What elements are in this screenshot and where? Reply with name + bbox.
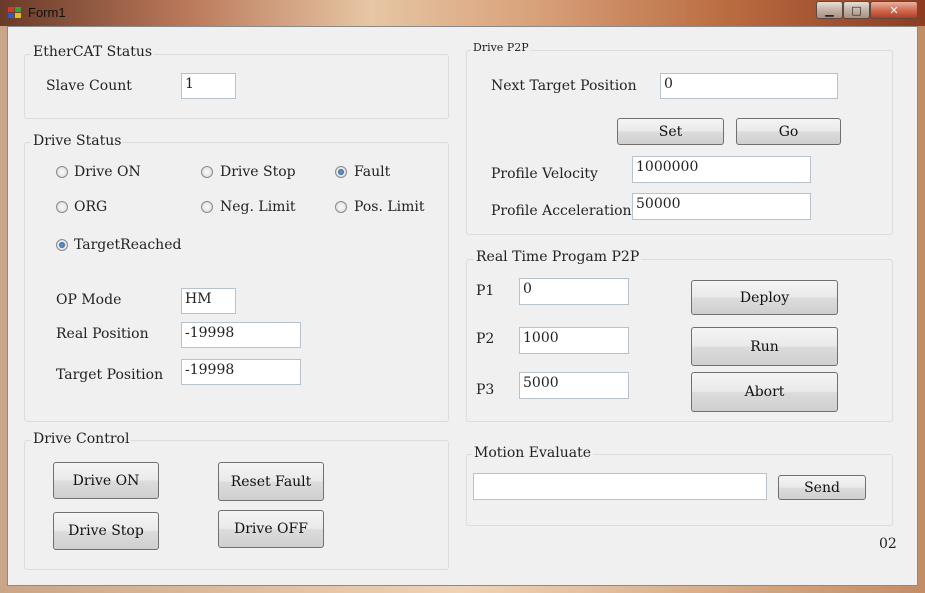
form-client-area: EtherCAT Status Slave Count 1 Drive Stat… <box>7 26 918 586</box>
drive-status-title: Drive Status <box>31 133 124 149</box>
drive-control-group <box>24 440 449 570</box>
motion-evaluate-input[interactable] <box>473 473 767 500</box>
drive-on-button[interactable]: Drive ON <box>53 462 159 499</box>
deploy-button[interactable]: Deploy <box>691 280 838 315</box>
slave-count-field[interactable]: 1 <box>181 73 236 99</box>
next-target-position-label: Next Target Position <box>491 78 637 94</box>
status-code: 02 <box>879 536 897 552</box>
window-title: Form1 <box>28 5 66 20</box>
fault-radio-label: Fault <box>354 164 391 180</box>
target-position-field[interactable]: -19998 <box>181 359 301 385</box>
p2-field[interactable]: 1000 <box>519 327 629 354</box>
maximize-button[interactable]: □ <box>843 1 870 19</box>
close-button[interactable]: ✕ <box>870 1 918 19</box>
p2-label: P2 <box>476 331 495 347</box>
real-position-field[interactable]: -19998 <box>181 322 301 348</box>
org-radio[interactable] <box>56 201 68 213</box>
drive-p2p-title: Drive P2P <box>471 40 531 56</box>
ethercat-status-title: EtherCAT Status <box>31 44 155 60</box>
neg-limit-radio-label: Neg. Limit <box>220 199 296 215</box>
send-button[interactable]: Send <box>778 475 866 500</box>
profile-acceleration-label: Profile Acceleration <box>491 203 632 219</box>
pos-limit-radio[interactable] <box>335 201 347 213</box>
p3-label: P3 <box>476 382 495 398</box>
drive-on-radio-label: Drive ON <box>74 164 141 180</box>
go-button[interactable]: Go <box>736 118 841 145</box>
rt-program-title: Real Time Progam P2P <box>474 249 642 265</box>
profile-velocity-field[interactable]: 1000000 <box>632 156 811 183</box>
drive-on-radio[interactable] <box>56 166 68 178</box>
target-reached-radio[interactable] <box>56 239 68 251</box>
next-target-position-field[interactable]: 0 <box>660 73 838 99</box>
reset-fault-button[interactable]: Reset Fault <box>218 462 324 501</box>
title-bar[interactable] <box>0 0 925 26</box>
profile-velocity-label: Profile Velocity <box>491 166 598 182</box>
op-mode-field[interactable]: HM <box>181 288 236 314</box>
motion-evaluate-title: Motion Evaluate <box>472 445 593 461</box>
profile-acceleration-field[interactable]: 50000 <box>632 193 811 220</box>
target-position-label: Target Position <box>56 367 164 383</box>
minimize-button[interactable]: ▁ <box>816 1 843 19</box>
op-mode-label: OP Mode <box>56 292 122 308</box>
drive-stop-radio[interactable] <box>201 166 213 178</box>
drive-stop-button[interactable]: Drive Stop <box>53 512 159 550</box>
p3-field[interactable]: 5000 <box>519 372 629 399</box>
abort-button[interactable]: Abort <box>691 372 838 412</box>
p1-label: P1 <box>476 283 495 299</box>
p1-field[interactable]: 0 <box>519 278 629 305</box>
real-position-label: Real Position <box>56 326 149 342</box>
drive-off-button[interactable]: Drive OFF <box>218 510 324 548</box>
target-reached-radio-label: TargetReached <box>74 237 182 253</box>
set-button[interactable]: Set <box>617 118 724 145</box>
org-radio-label: ORG <box>74 199 108 215</box>
neg-limit-radio[interactable] <box>201 201 213 213</box>
drive-stop-radio-label: Drive Stop <box>220 164 296 180</box>
pos-limit-radio-label: Pos. Limit <box>354 199 425 215</box>
run-button[interactable]: Run <box>691 327 838 366</box>
drive-control-title: Drive Control <box>31 431 132 447</box>
app-icon <box>8 7 22 19</box>
fault-radio[interactable] <box>335 166 347 178</box>
slave-count-label: Slave Count <box>46 78 132 94</box>
